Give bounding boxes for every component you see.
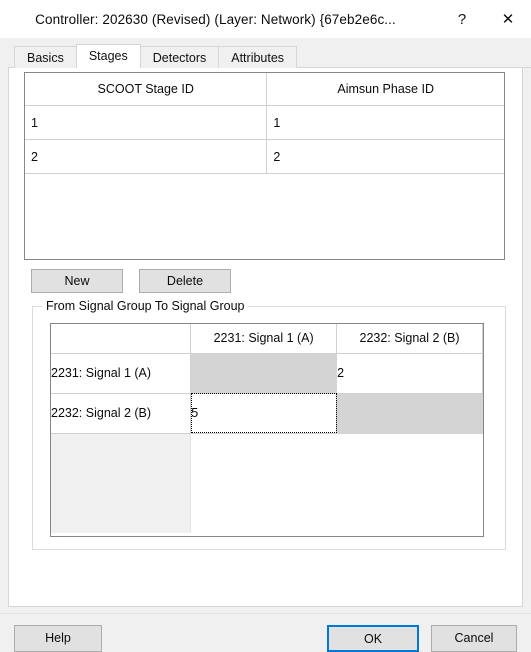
tab-strip: Basics Stages Detectors Attributes (14, 44, 531, 68)
matrix-corner-cell (51, 324, 192, 354)
matrix-cell-2231-2231 (190, 353, 338, 394)
tab-basics-label: Basics (27, 51, 64, 65)
cell-aimsun-phase-id[interactable]: 1 (266, 105, 504, 140)
matrix-column-header-2231[interactable]: 2231: Signal 1 (A) (190, 324, 338, 354)
stage-row-actions: New Delete (31, 269, 231, 293)
matrix-cell-2232-2231[interactable]: 5 (190, 393, 338, 434)
window-controls: ? ✕ (439, 0, 531, 38)
matrix-cell-2232-2232 (336, 393, 483, 434)
matrix-row: 2232: Signal 2 (B) 5 (51, 393, 483, 434)
tab-detectors-label: Detectors (152, 51, 207, 65)
signal-group-matrix-groupbox: From Signal Group To Signal Group 2231: … (32, 299, 506, 550)
matrix-filler-cell (336, 433, 483, 533)
tab-strip-filler (296, 46, 531, 68)
tab-stages[interactable]: Stages (75, 44, 141, 68)
tab-basics[interactable]: Basics (14, 46, 77, 68)
table-row[interactable]: 1 1 (25, 105, 504, 140)
matrix-row-header-2231[interactable]: 2231: Signal 1 (A) (51, 353, 192, 394)
groupbox-title: From Signal Group To Signal Group (42, 299, 249, 313)
signal-group-matrix[interactable]: 2231: Signal 1 (A) 2232: Signal 2 (B) 22… (50, 323, 484, 537)
close-icon: ✕ (501, 9, 515, 28)
delete-button[interactable]: Delete (139, 269, 231, 293)
dialog-button-bar: Help OK Cancel (0, 613, 531, 652)
title-bar: Controller: 202630 (Revised) (Layer: Net… (0, 0, 531, 39)
matrix-filler-cell (190, 433, 337, 533)
cell-scoot-stage-id[interactable]: 1 (25, 105, 268, 140)
question-mark-icon: ? (457, 10, 467, 28)
matrix-row: 2231: Signal 1 (A) 2 (51, 353, 483, 394)
matrix-row-header-2232[interactable]: 2232: Signal 2 (B) (51, 393, 192, 434)
close-button[interactable]: ✕ (485, 0, 531, 38)
controller-dialog: Controller: 202630 (Revised) (Layer: Net… (0, 0, 531, 652)
matrix-header-row: 2231: Signal 1 (A) 2232: Signal 2 (B) (51, 324, 483, 354)
tab-attributes[interactable]: Attributes (218, 46, 298, 68)
cell-aimsun-phase-id[interactable]: 2 (266, 139, 504, 174)
help-button[interactable]: ? (439, 0, 485, 38)
tab-stages-label: Stages (88, 49, 128, 63)
new-button[interactable]: New (31, 269, 123, 293)
matrix-column-header-2232[interactable]: 2232: Signal 2 (B) (336, 324, 483, 354)
stage-mapping-table[interactable]: SCOOT Stage ID Aimsun Phase ID 1 1 2 2 (24, 72, 505, 260)
table-row[interactable]: 2 2 (25, 139, 504, 174)
column-header-aimsun-phase-id[interactable]: Aimsun Phase ID (266, 73, 504, 106)
table-header-row: SCOOT Stage ID Aimsun Phase ID (25, 73, 504, 106)
matrix-empty-area (51, 433, 483, 533)
stages-tab-page: SCOOT Stage ID Aimsun Phase ID 1 1 2 2 N… (8, 67, 523, 607)
tab-detectors[interactable]: Detectors (139, 46, 220, 68)
column-header-scoot-stage-id[interactable]: SCOOT Stage ID (25, 73, 268, 106)
tab-attributes-label: Attributes (231, 51, 285, 65)
cell-scoot-stage-id[interactable]: 2 (25, 139, 268, 174)
matrix-cell-2231-2232[interactable]: 2 (336, 353, 483, 394)
matrix-rowheader-filler (51, 433, 192, 533)
